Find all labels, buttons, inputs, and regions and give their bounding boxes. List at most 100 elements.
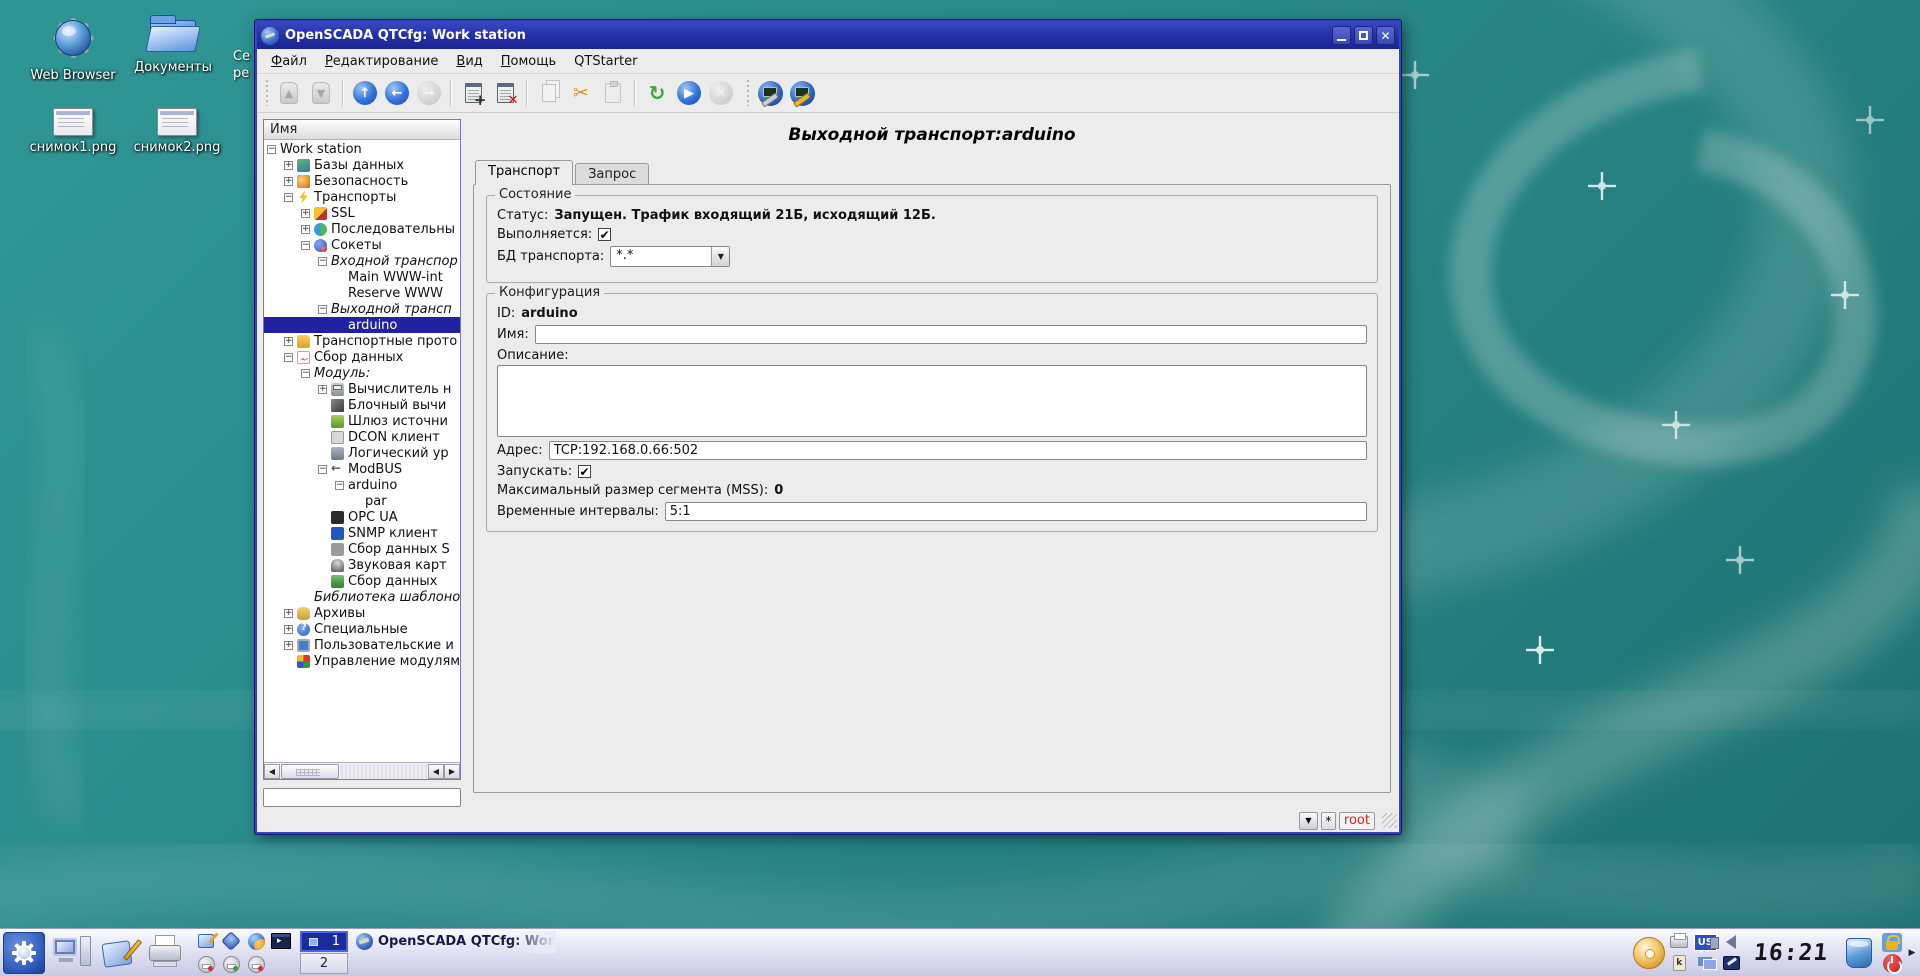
collapse-icon[interactable] xyxy=(335,481,344,490)
expand-icon[interactable] xyxy=(284,609,293,618)
expand-icon[interactable] xyxy=(301,225,310,234)
menu-view[interactable]: Вид xyxy=(448,51,490,72)
expand-icon[interactable] xyxy=(284,177,293,186)
klipper-tray[interactable]: k xyxy=(1669,953,1690,973)
tree-item-opc-ua[interactable]: OPC UA xyxy=(264,509,460,525)
paste-item-button[interactable] xyxy=(599,79,627,107)
collapse-icon[interactable] xyxy=(284,193,293,202)
notes-launcher[interactable] xyxy=(97,936,141,970)
start-button[interactable]: ▶ xyxy=(675,79,703,107)
scroll-left-icon[interactable]: ◀ xyxy=(264,764,280,779)
tree-item-module[interactable]: Модуль: xyxy=(264,365,460,381)
expand-icon[interactable] xyxy=(284,641,293,650)
tree-item-block-calculator[interactable]: Блочный вычи xyxy=(264,397,460,413)
stop-button[interactable]: ✕ xyxy=(707,79,735,107)
desktop-icon-documents[interactable]: Документы xyxy=(118,12,228,75)
collapse-icon[interactable] xyxy=(318,257,327,266)
scroll-right-icon[interactable]: ▶ xyxy=(444,764,460,779)
tree-item-input-transport[interactable]: Входной транспор xyxy=(264,253,460,269)
collapse-icon[interactable] xyxy=(301,241,310,250)
terminal-launcher[interactable] xyxy=(269,930,293,952)
tree-item-serial[interactable]: Последовательны xyxy=(264,221,460,237)
statusbar-combo-button[interactable]: ▼ xyxy=(1299,812,1318,830)
expand-icon[interactable] xyxy=(284,161,293,170)
pager-desktop-2[interactable]: 2 xyxy=(300,953,348,974)
tree-item-reserve-www[interactable]: Reserve WWW xyxy=(264,285,460,301)
scrollbar-thumb[interactable] xyxy=(281,764,339,779)
go-up-button[interactable]: ↑ xyxy=(351,79,379,107)
tree-item-dcon-client[interactable]: DCON клиент xyxy=(264,429,460,445)
collapse-icon[interactable] xyxy=(318,305,327,314)
menu-qtstarter[interactable]: QTStarter xyxy=(566,51,645,72)
panel-hide-arrow[interactable]: ▶ xyxy=(1906,930,1918,976)
expand-icon[interactable] xyxy=(284,337,293,346)
tree-item-user-interfaces[interactable]: Пользовательские и xyxy=(264,637,460,653)
task-button[interactable]: OpenSCADA QTCfg: Wor xyxy=(356,931,556,953)
menu-help[interactable]: Помощь xyxy=(493,51,564,72)
titlebar[interactable]: OpenSCADA QTCfg: Work station ✕ xyxy=(257,22,1399,49)
tree-item-module-management[interactable]: Управление модулям xyxy=(264,653,460,669)
address-input[interactable] xyxy=(549,441,1367,460)
refresh-button[interactable]: ↻ xyxy=(643,79,671,107)
tree-item-modbus[interactable]: ModBUS xyxy=(264,461,460,477)
statusbar-user-label[interactable]: root xyxy=(1339,812,1375,830)
statusbar-modified-button[interactable]: * xyxy=(1321,812,1336,830)
tree-item-databases[interactable]: Базы данных xyxy=(264,157,460,173)
tree-item-ssl[interactable]: SSL xyxy=(264,205,460,221)
shutdown-button[interactable] xyxy=(1883,954,1902,973)
tree-item-par[interactable]: par xyxy=(264,493,460,509)
start-checkbox[interactable] xyxy=(578,465,591,478)
taskbar-clock[interactable]: 16:21 xyxy=(1753,940,1830,966)
print-launcher[interactable] xyxy=(141,935,191,971)
screenshot-tray[interactable] xyxy=(1721,953,1742,973)
cd-icon[interactable] xyxy=(1633,937,1665,969)
volume-tray[interactable] xyxy=(1721,932,1742,952)
openscada-runtime-button[interactable] xyxy=(756,79,784,107)
collapse-icon[interactable] xyxy=(318,465,327,474)
firefox-launcher[interactable] xyxy=(244,930,268,952)
print-tool-launcher[interactable] xyxy=(244,953,268,975)
desktop-icon-web-browser[interactable]: Web Browser xyxy=(18,12,128,83)
expand-icon[interactable] xyxy=(301,209,310,218)
editor-launcher[interactable] xyxy=(194,930,218,952)
lock-screen-button[interactable] xyxy=(1882,933,1902,952)
toolbar-handle[interactable] xyxy=(264,80,270,106)
tree-item-siemens-daq[interactable]: Сбор данных S xyxy=(264,541,460,557)
tree-item-security[interactable]: Безопасность xyxy=(264,173,460,189)
tree-item-main-www[interactable]: Main WWW-int xyxy=(264,269,460,285)
running-checkbox[interactable] xyxy=(598,228,611,241)
tree-item-calculator[interactable]: Вычислитель н xyxy=(264,381,460,397)
tree-item-specials[interactable]: Специальные xyxy=(264,621,460,637)
toolbar-handle[interactable] xyxy=(745,80,751,106)
print-tool-launcher[interactable] xyxy=(194,953,218,975)
scroll-left-icon[interactable]: ◀ xyxy=(428,764,444,779)
desktop-icon-snapshot1[interactable]: снимок1.png xyxy=(18,108,128,155)
collapse-icon[interactable] xyxy=(284,353,293,362)
desktop-icon-snapshot2[interactable]: снимок2.png xyxy=(122,108,232,155)
print-tool-launcher[interactable] xyxy=(219,953,243,975)
description-textarea[interactable] xyxy=(497,365,1367,437)
expand-icon[interactable] xyxy=(318,385,327,394)
tree-item-template-library[interactable]: Библиотека шаблоно xyxy=(264,589,460,605)
start-menu-button[interactable] xyxy=(3,932,45,974)
transport-db-select[interactable]: *.* ▼ xyxy=(610,246,730,267)
pager-desktop-1[interactable]: 1 xyxy=(300,931,348,952)
tree-item-work-station[interactable]: Work station xyxy=(264,141,460,157)
openscada-development-button[interactable] xyxy=(788,79,816,107)
collapse-icon[interactable] xyxy=(301,369,310,378)
save-to-db-button[interactable]: ▼ xyxy=(307,79,335,107)
maximize-button[interactable] xyxy=(1354,26,1373,45)
minimize-button[interactable] xyxy=(1332,26,1351,45)
tree-header-name-column[interactable]: Имя xyxy=(264,120,460,140)
app-launcher[interactable] xyxy=(219,930,243,952)
go-back-button[interactable]: ← xyxy=(383,79,411,107)
tree-item-transport-protocols[interactable]: Транспортные прото xyxy=(264,333,460,349)
cut-item-button[interactable]: ✂ xyxy=(567,79,595,107)
tree-item-modbus-arduino[interactable]: arduino xyxy=(264,477,460,493)
tree-item-data-acquisition[interactable]: Сбор данных xyxy=(264,349,460,365)
tree-item-transports[interactable]: Транспорты xyxy=(264,189,460,205)
trash-icon[interactable] xyxy=(1846,938,1872,968)
load-from-db-button[interactable]: ▲ xyxy=(275,79,303,107)
tree-item-arduino-selected[interactable]: arduino xyxy=(264,317,460,333)
tree-item-output-transport[interactable]: Выходной трансп xyxy=(264,301,460,317)
